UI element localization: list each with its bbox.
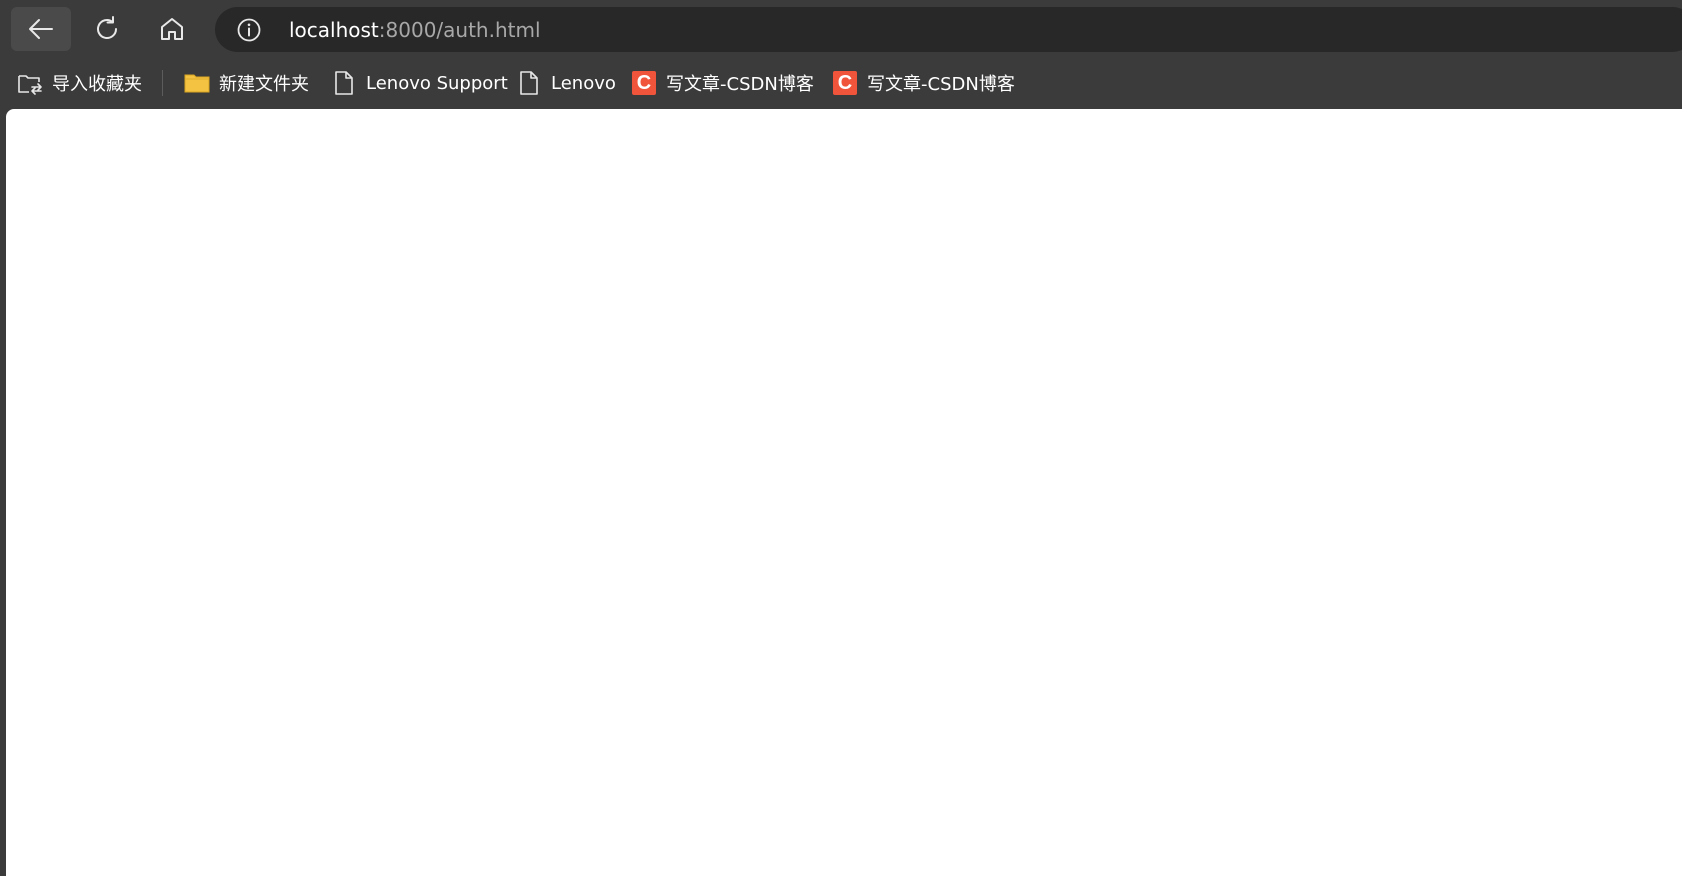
page-content[interactable] [6,109,1682,876]
browser-toolbar: localhost:8000/auth.html [0,0,1682,58]
bookmark-lenovo-support[interactable]: Lenovo Support [330,68,508,98]
reload-button[interactable] [77,7,137,51]
home-icon [161,18,183,40]
info-icon[interactable] [236,17,262,43]
bookmarks-divider [162,70,163,96]
home-button[interactable] [142,7,202,51]
bookmarks-bar: 导入收藏夹 新建文件夹 Lenovo Support Lenovo C 写文章-… [0,58,1682,108]
page-icon [515,69,543,97]
url-host: localhost [289,18,379,42]
page-icon [330,69,358,97]
bookmark-label: Lenovo Support [366,72,508,94]
csdn-icon: C [632,71,656,95]
bookmark-lenovo[interactable]: Lenovo [515,68,616,98]
csdn-icon: C [833,71,857,95]
address-bar[interactable]: localhost:8000/auth.html [215,7,1682,52]
url-text[interactable]: localhost:8000/auth.html [289,17,541,43]
bookmark-label: Lenovo [551,72,616,94]
bookmark-import-favorites[interactable]: 导入收藏夹 [16,68,142,98]
folder-icon [183,69,211,97]
bookmark-csdn-2[interactable]: C 写文章-CSDN博客 [831,68,1015,98]
url-path: :8000/auth.html [378,18,541,42]
bookmark-label: 写文章-CSDN博客 [666,74,814,95]
reload-icon [97,16,117,40]
bookmark-label: 写文章-CSDN博客 [867,74,1015,95]
bookmark-folder-new[interactable]: 新建文件夹 [183,68,309,98]
bookmark-label: 新建文件夹 [219,74,309,95]
browser-window: localhost:8000/auth.html 导入收藏夹 新建文件夹 Len… [0,0,1682,876]
back-button[interactable] [11,7,71,51]
import-favorites-icon [16,69,44,97]
arrow-left-icon [29,19,53,39]
bookmark-label: 导入收藏夹 [52,74,142,95]
bookmark-csdn-1[interactable]: C 写文章-CSDN博客 [630,68,814,98]
